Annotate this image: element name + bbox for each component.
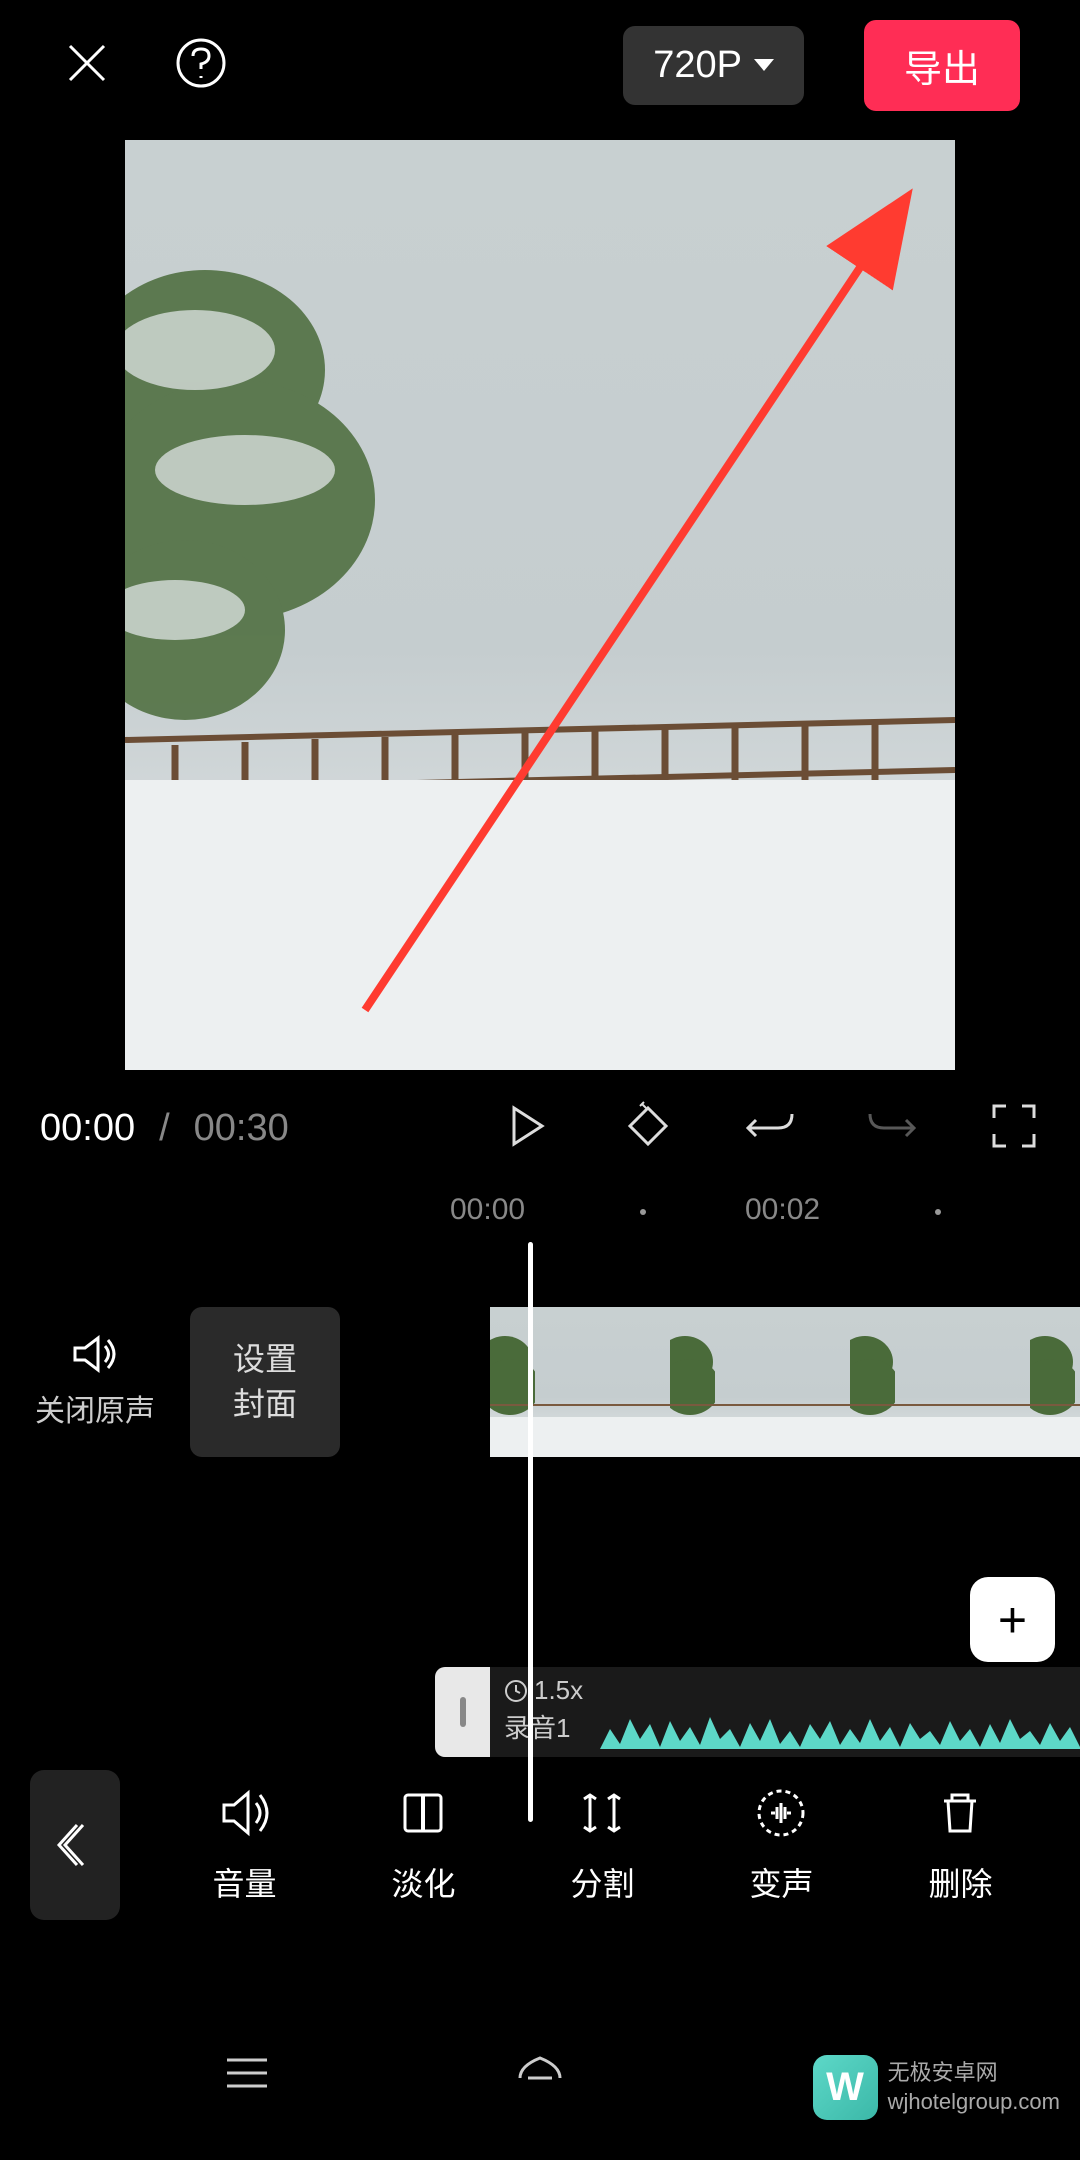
back-button[interactable] [30,1770,120,1920]
tool-label: 变声 [749,1859,813,1905]
tool-label: 删除 [928,1859,992,1905]
tool-voice[interactable]: 变声 [749,1785,813,1905]
chevron-down-icon [754,59,774,71]
undo-icon[interactable] [744,1100,796,1157]
help-icon[interactable] [174,36,228,95]
tool-label: 音量 [212,1859,276,1905]
cover-label-1: 设置 [233,1337,297,1382]
tool-fade[interactable]: 淡化 [391,1785,455,1905]
total-time: 00:30 [194,1107,289,1150]
add-clip-button[interactable]: + [970,1577,1055,1662]
video-preview[interactable] [125,140,955,1070]
header: 720P 导出 [0,0,1080,130]
video-thumbnail[interactable] [670,1307,850,1457]
nav-menu-icon[interactable] [217,2048,277,2103]
play-icon[interactable] [500,1100,552,1157]
watermark-logo: W [813,2055,878,2120]
ruler-dot [640,1209,646,1215]
video-thumbnail[interactable] [490,1307,670,1457]
mute-label: 关闭原声 [35,1386,155,1430]
tool-label: 分割 [570,1859,634,1905]
watermark-url: wjhotelgroup.com [888,2088,1060,2117]
close-icon[interactable] [60,36,114,95]
fullscreen-icon[interactable] [988,1100,1040,1157]
mute-original-button[interactable]: 关闭原声 [0,1334,190,1430]
watermark: W 无极安卓网 wjhotelgroup.com [813,2055,1060,2120]
keyframe-icon[interactable] [622,1100,674,1157]
tool-delete[interactable]: 删除 [928,1785,992,1905]
time-ruler: 00:00 00:02 [0,1187,1080,1242]
tool-label: 淡化 [391,1859,455,1905]
ruler-time: 00:00 [450,1193,525,1227]
time-separator: / [159,1107,170,1150]
resolution-label: 720P [653,44,742,87]
video-thumbnail[interactable] [850,1307,1030,1457]
watermark-title: 无极安卓网 [888,2059,1060,2088]
video-track[interactable] [490,1307,1080,1457]
preview-scenery-ground [125,780,955,1070]
redo-icon[interactable] [866,1100,918,1157]
video-thumbnail[interactable] [1030,1307,1080,1457]
bottom-toolbar: 音量 淡化 分割 变声 删除 [0,1730,1080,1960]
ruler-dot [935,1209,941,1215]
set-cover-button[interactable]: 设置 封面 [190,1307,340,1457]
tool-volume[interactable]: 音量 [212,1785,276,1905]
nav-home-icon[interactable] [510,2048,570,2103]
resolution-button[interactable]: 720P [623,26,804,105]
tool-split[interactable]: 分割 [570,1785,634,1905]
current-time: 00:00 [40,1107,135,1150]
cover-label-2: 封面 [233,1382,297,1427]
playback-controls: 00:00 / 00:30 [0,1070,1080,1187]
video-track-row: 关闭原声 设置 封面 [0,1302,1080,1462]
export-button[interactable]: 导出 [864,20,1020,111]
audio-speed: 1.5x [504,1675,1066,1706]
ruler-time: 00:02 [745,1193,820,1227]
